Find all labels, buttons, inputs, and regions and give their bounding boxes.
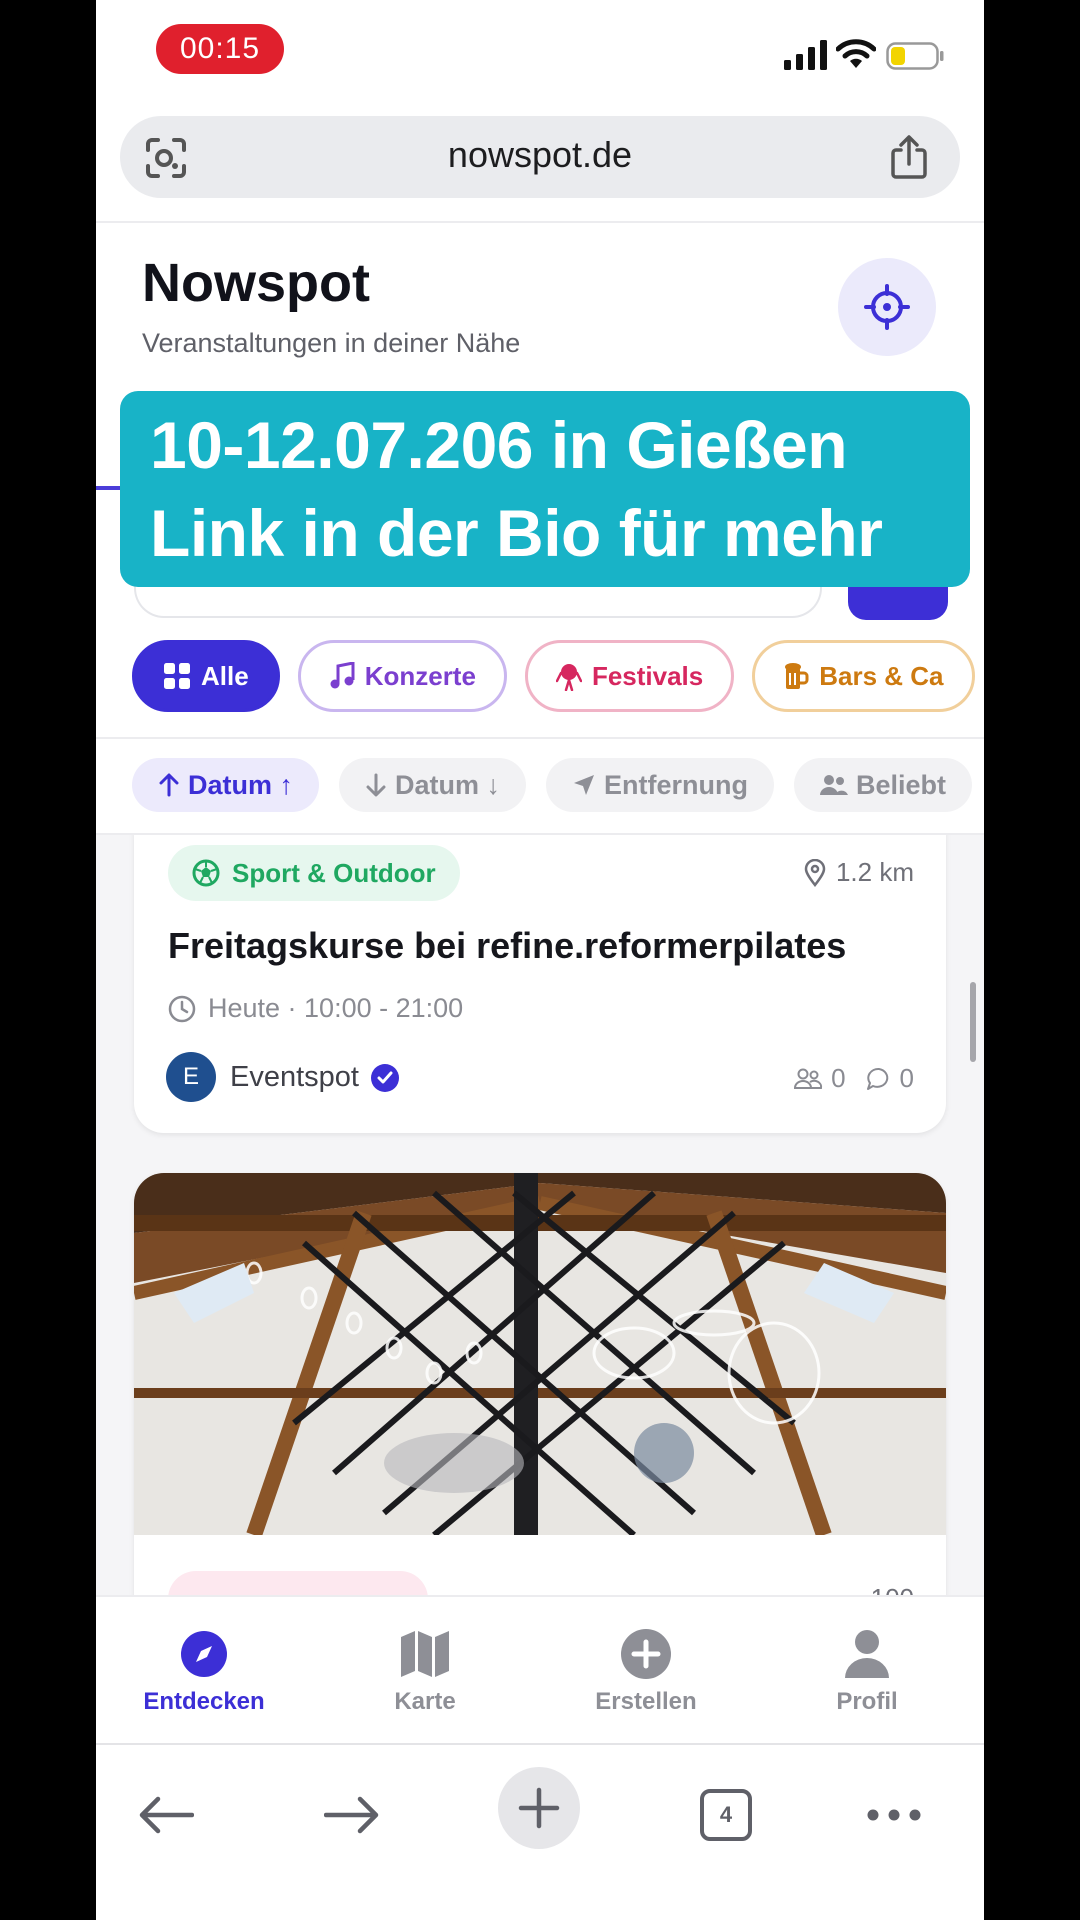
chip-label: Festivals [591, 660, 704, 691]
sort-popular[interactable]: Beliebt [794, 758, 973, 812]
sort-date-asc[interactable]: Datum ↑ [132, 758, 320, 812]
organizer-avatar[interactable]: E [166, 1052, 216, 1102]
clock-icon [168, 995, 196, 1022]
caption-line-1: 10-12.07.206 in Gießen [150, 408, 848, 482]
divider [96, 221, 984, 223]
app-title: Nowspot [142, 253, 370, 313]
comments-count: 0 [899, 1063, 914, 1093]
category-label: Sport & Outdoor [232, 857, 436, 888]
plus-circle-icon [621, 1629, 671, 1679]
event-feed[interactable]: Sport & Outdoor 1.2 km Freitagskurse bei… [96, 835, 984, 1595]
arrow-left-icon [139, 1796, 194, 1834]
category-tag: Sport & Outdoor [168, 845, 460, 901]
tab-profil[interactable]: Profil [777, 1627, 957, 1711]
time-text: Heute · 10:00 - 21:00 [208, 993, 464, 1023]
event-card[interactable]: Sport & Outdoor 1.2 km Freitagskurse bei… [134, 835, 946, 1133]
map-icon [401, 1631, 449, 1677]
beer-mug-icon [785, 663, 809, 689]
chip-bars[interactable]: Bars & Ca [752, 640, 975, 712]
distance-value: 1.2 km [835, 857, 914, 887]
bottom-tab-bar: Entdecken Karte Erstellen Profil [96, 1595, 984, 1743]
verified-badge-icon [370, 1063, 399, 1092]
more-button[interactable] [864, 1785, 924, 1845]
event-title[interactable]: Freitagskurse bei refine.reformerpilates [168, 925, 846, 967]
tabs-button[interactable]: 4 [696, 1785, 756, 1845]
browser-toolbar: 4 [96, 1743, 984, 1920]
organizer-name[interactable]: Eventspot [230, 1061, 359, 1094]
balloon-icon [555, 664, 582, 691]
chip-festivals[interactable]: Festivals [524, 640, 735, 712]
people-icon [820, 775, 849, 795]
arrow-up-icon [159, 773, 179, 797]
chip-label: Konzerte [364, 660, 476, 691]
person-icon [845, 1630, 889, 1678]
event-time: Heute · 10:00 - 21:00 [168, 993, 463, 1024]
forward-button[interactable] [322, 1785, 382, 1845]
tab-label: Karte [394, 1688, 456, 1711]
category-filter: Alle Konzerte Festivals Bars & Ca [132, 640, 975, 712]
left-letterbox [0, 0, 96, 1920]
tab-karte[interactable]: Karte [335, 1627, 515, 1711]
comments: 0 [866, 1063, 914, 1094]
distance: 1.2 km [804, 857, 914, 888]
app-subtitle: Veranstaltungen in deiner Nähe [142, 328, 521, 358]
back-button[interactable] [136, 1785, 196, 1845]
status-time: 00:15 [156, 24, 284, 74]
sort-distance[interactable]: Entfernung [546, 758, 775, 812]
sort-date-desc[interactable]: Datum ↓ [339, 758, 527, 812]
location-pin-icon [804, 858, 826, 887]
video-caption-overlay: 10-12.07.206 in Gießen Link in der Bio f… [120, 391, 970, 587]
url-text[interactable]: nowspot.de [120, 134, 960, 176]
grid-icon [164, 663, 190, 689]
arrow-right-icon [324, 1796, 379, 1834]
soccer-ball-icon [192, 859, 220, 887]
arrow-down-icon [366, 773, 386, 797]
sort-label: Datum ↑ [188, 769, 294, 800]
event-photo[interactable] [134, 1173, 946, 1535]
right-letterbox [984, 0, 1080, 1920]
sort-label: Beliebt [856, 769, 947, 800]
chip-label: Bars & Ca [819, 660, 944, 691]
compass-icon [181, 1631, 227, 1677]
participants-count: 0 [831, 1063, 846, 1093]
chip-konzerte[interactable]: Konzerte [297, 640, 507, 712]
plus-icon [518, 1787, 560, 1829]
sort-label: Datum ↓ [395, 769, 501, 800]
share-icon[interactable] [888, 134, 930, 180]
sort-label: Entfernung [604, 769, 749, 800]
sort-options: Datum ↑ Datum ↓ Entfernung Beliebt [132, 758, 973, 812]
phone-screen: 00:15 nowspot.de Nowspot Veranstaltungen… [96, 0, 984, 1920]
scrollbar[interactable] [970, 982, 976, 1062]
signal-icon [784, 40, 827, 70]
tabs-count: 4 [700, 1789, 752, 1841]
wifi-icon [836, 39, 876, 68]
comment-icon [866, 1067, 888, 1090]
tab-label: Profil [836, 1688, 898, 1711]
locate-button[interactable] [838, 258, 936, 356]
organizer[interactable]: Eventspot [230, 1061, 399, 1094]
crosshair-icon [864, 284, 910, 330]
distance-value: 100 [871, 1583, 914, 1595]
chip-alle[interactable]: Alle [132, 640, 280, 712]
category-tag [168, 1571, 428, 1595]
tab-label: Erstellen [595, 1688, 697, 1711]
address-bar[interactable]: nowspot.de [120, 116, 960, 198]
tab-label: Entdecken [143, 1688, 265, 1711]
new-tab-button[interactable] [498, 1767, 580, 1849]
tab-entdecken[interactable]: Entdecken [114, 1627, 294, 1711]
tab-erstellen[interactable]: Erstellen [556, 1627, 736, 1711]
chip-label: Alle [201, 660, 249, 691]
more-dots-icon [867, 1809, 921, 1821]
caption-line-2: Link in der Bio für mehr [150, 496, 883, 570]
music-note-icon [330, 662, 355, 689]
participants-icon [794, 1068, 823, 1089]
navigation-icon [574, 775, 595, 795]
divider [96, 737, 984, 739]
participants: 0 [793, 1063, 846, 1094]
event-stats: 0 0 [793, 1063, 914, 1094]
battery-icon [886, 42, 944, 70]
event-card[interactable]: 100 [134, 1173, 946, 1595]
